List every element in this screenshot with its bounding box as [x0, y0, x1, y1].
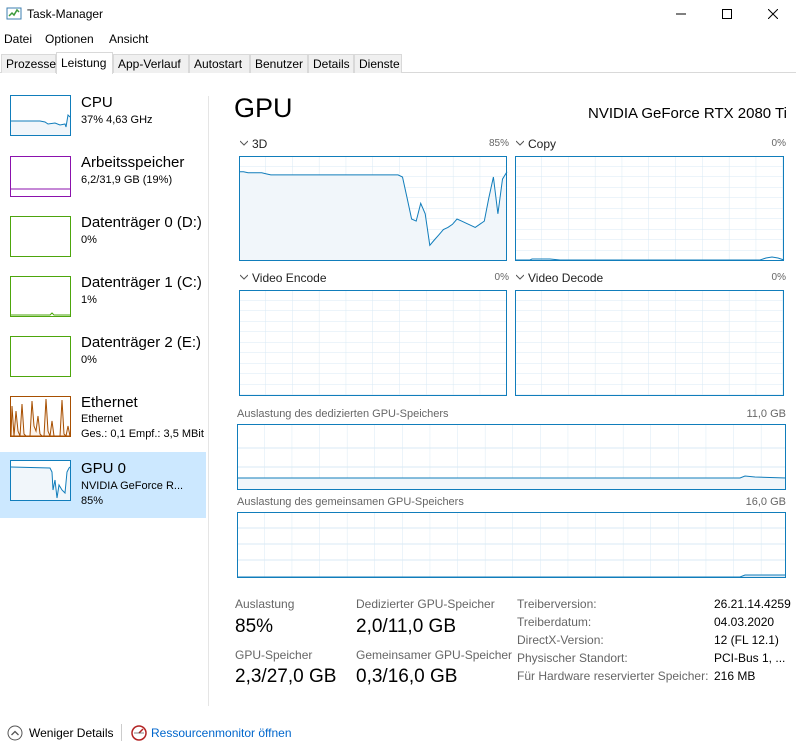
shared-memory-label: Auslastung des gemeinsamen GPU-Speichers	[237, 496, 464, 508]
graph-3d	[239, 156, 508, 261]
dedicated-memory-stat-value: 2,0/11,0 GB	[356, 616, 456, 637]
driver-date-label: Treiberdatum:	[517, 615, 592, 629]
driver-date-value: 04.03.2020	[714, 615, 775, 629]
usage-label: Auslastung	[235, 597, 295, 611]
graph-copy	[515, 156, 785, 261]
gpu-memory-label: GPU-Speicher	[235, 648, 313, 662]
physical-location-label: Physischer Standort:	[517, 651, 628, 665]
directx-version-label: DirectX-Version:	[517, 633, 604, 647]
directx-version-value: 12 (FL 12.1)	[714, 633, 779, 647]
graph-video-decode	[515, 290, 784, 396]
graph-video-encode	[239, 290, 507, 396]
dedicated-memory-stat-label: Dedizierter GPU-Speicher	[356, 597, 495, 611]
chevron-up-circle-icon	[7, 725, 23, 741]
fewer-details-label: Weniger Details	[29, 726, 114, 740]
gpu-memory-value: 2,3/27,0 GB	[235, 666, 337, 687]
resource-monitor-icon	[131, 725, 147, 741]
reserved-memory-label: Für Hardware reservierter Speicher:	[517, 669, 709, 683]
graph-shared-memory	[237, 512, 786, 578]
usage-value: 85%	[235, 616, 274, 637]
resource-monitor-link[interactable]: Ressourcenmonitor öffnen	[131, 725, 292, 741]
footer-divider	[121, 724, 122, 741]
driver-version-label: Treiberversion:	[517, 597, 597, 611]
shared-memory-stat-label: Gemeinsamer GPU-Speicher	[356, 648, 513, 662]
shared-memory-max: 16,0 GB	[745, 496, 786, 508]
reserved-memory-value: 216 MB	[714, 669, 756, 683]
fewer-details-button[interactable]: Weniger Details	[7, 725, 113, 741]
shared-memory-stat-value: 0,3/16,0 GB	[356, 666, 458, 687]
graph-layer	[237, 156, 787, 578]
dedicated-memory-max: 11,0 GB	[746, 408, 786, 420]
graph-dedicated-memory	[237, 424, 787, 490]
physical-location-value: PCI-Bus 1, ...	[714, 651, 786, 665]
dedicated-memory-label: Auslastung des dedizierten GPU-Speichers	[237, 408, 449, 420]
driver-version-value: 26.21.14.4259	[714, 597, 791, 611]
resource-monitor-label: Ressourcenmonitor öffnen	[151, 726, 292, 740]
